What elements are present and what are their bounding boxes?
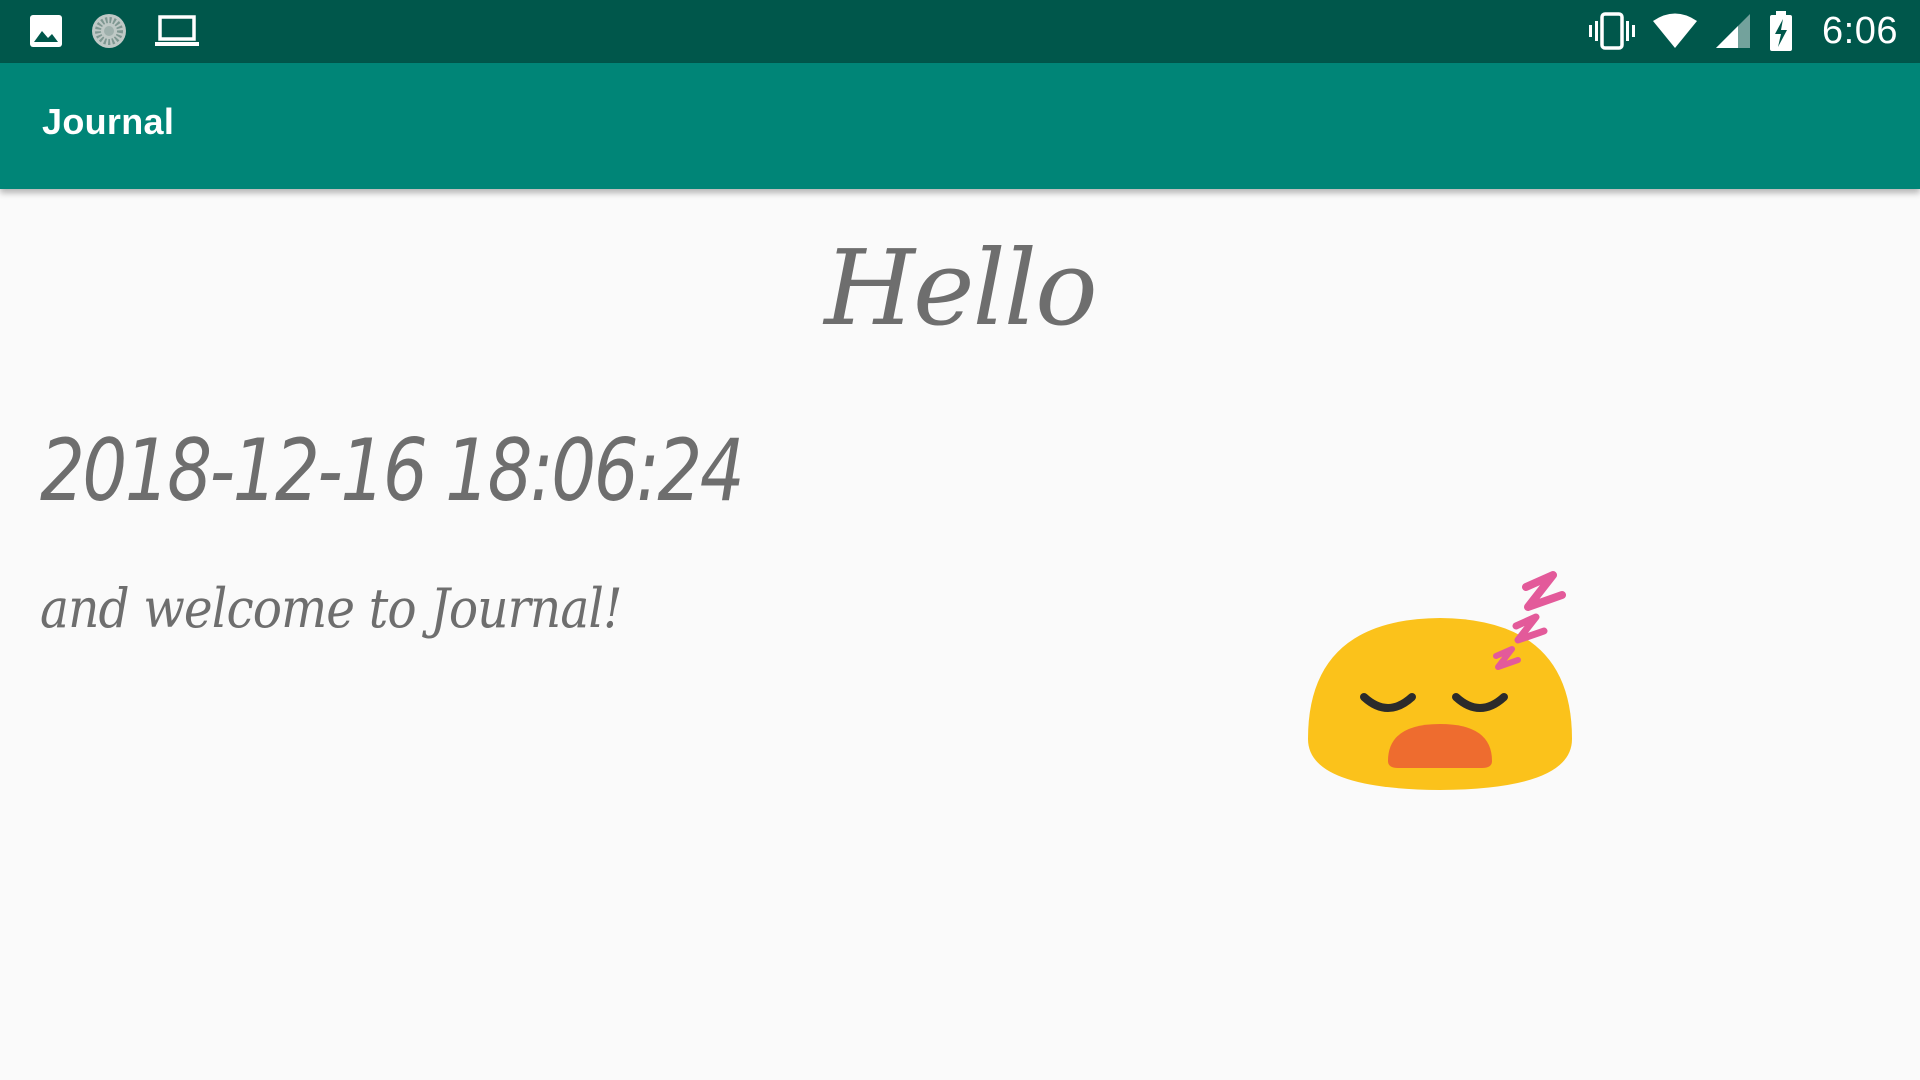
laptop-icon [154, 13, 200, 49]
battery-charging-icon [1768, 10, 1794, 52]
app-title: Journal [42, 101, 175, 142]
sync-icon [90, 12, 128, 50]
signal-icon [1714, 12, 1752, 50]
sleeping-face-icon [1300, 539, 1590, 809]
notification-icons [28, 11, 200, 51]
vibrate-icon [1588, 11, 1636, 51]
status-bar: 6:06 [0, 0, 1920, 63]
status-time: 6:06 [1822, 9, 1898, 52]
system-status-icons: 6:06 [1588, 9, 1898, 53]
journal-entry: Hello 2018-12-16 18:06:24 and welcome to… [0, 189, 1920, 1080]
welcome-message: and welcome to Journal! [40, 577, 623, 640]
entry-datetime: 2018-12-16 18:06:24 [40, 421, 745, 521]
wifi-icon [1652, 12, 1698, 50]
image-icon [28, 13, 64, 49]
greeting-heading: Hello [824, 227, 1097, 349]
app-bar: Journal [0, 63, 1920, 189]
